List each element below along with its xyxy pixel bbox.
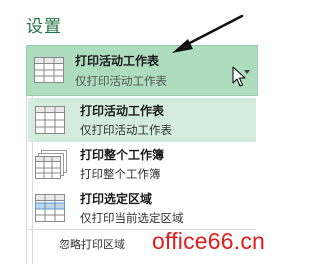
menu-item-label: 打印选定区域 xyxy=(80,192,153,206)
section-title: 设置 xyxy=(26,17,62,37)
selection-icon xyxy=(35,194,65,226)
menu-item-print-selection[interactable]: 打印选定区域 仅打印当前选定区域 xyxy=(28,186,256,230)
menu-item-print-entire-workbook[interactable]: 打印整个工作簿 打印整个工作簿 xyxy=(28,142,256,186)
selected-option-label: 打印活动工作表 xyxy=(75,54,160,68)
menu-border-left xyxy=(26,96,27,264)
menu-item-description: 仅打印活动工作表 xyxy=(80,123,172,137)
print-settings-panel: 设置 打印活动工作表 仅打印活动工作表 打印活动工作表 仅打印活动工作表 打印整… xyxy=(0,0,283,266)
mouse-cursor-icon xyxy=(232,66,246,87)
selected-option-description: 仅打印活动工作表 xyxy=(75,74,167,88)
annotation-arrow-icon xyxy=(172,14,244,53)
menu-item-label: 打印整个工作簿 xyxy=(80,148,165,162)
menu-item-print-active-sheets[interactable]: 打印活动工作表 仅打印活动工作表 xyxy=(28,98,256,142)
menu-item-label: 打印活动工作表 xyxy=(80,104,165,118)
workbook-icon xyxy=(35,150,67,184)
active-sheet-icon xyxy=(34,57,64,87)
menu-item-description: 仅打印当前选定区域 xyxy=(80,211,184,225)
ignore-print-area-label: 忽略打印区域 xyxy=(59,238,125,251)
watermark-text: office66.cn xyxy=(152,228,266,254)
active-sheet-icon xyxy=(35,106,65,138)
menu-item-description: 打印整个工作簿 xyxy=(80,167,161,181)
